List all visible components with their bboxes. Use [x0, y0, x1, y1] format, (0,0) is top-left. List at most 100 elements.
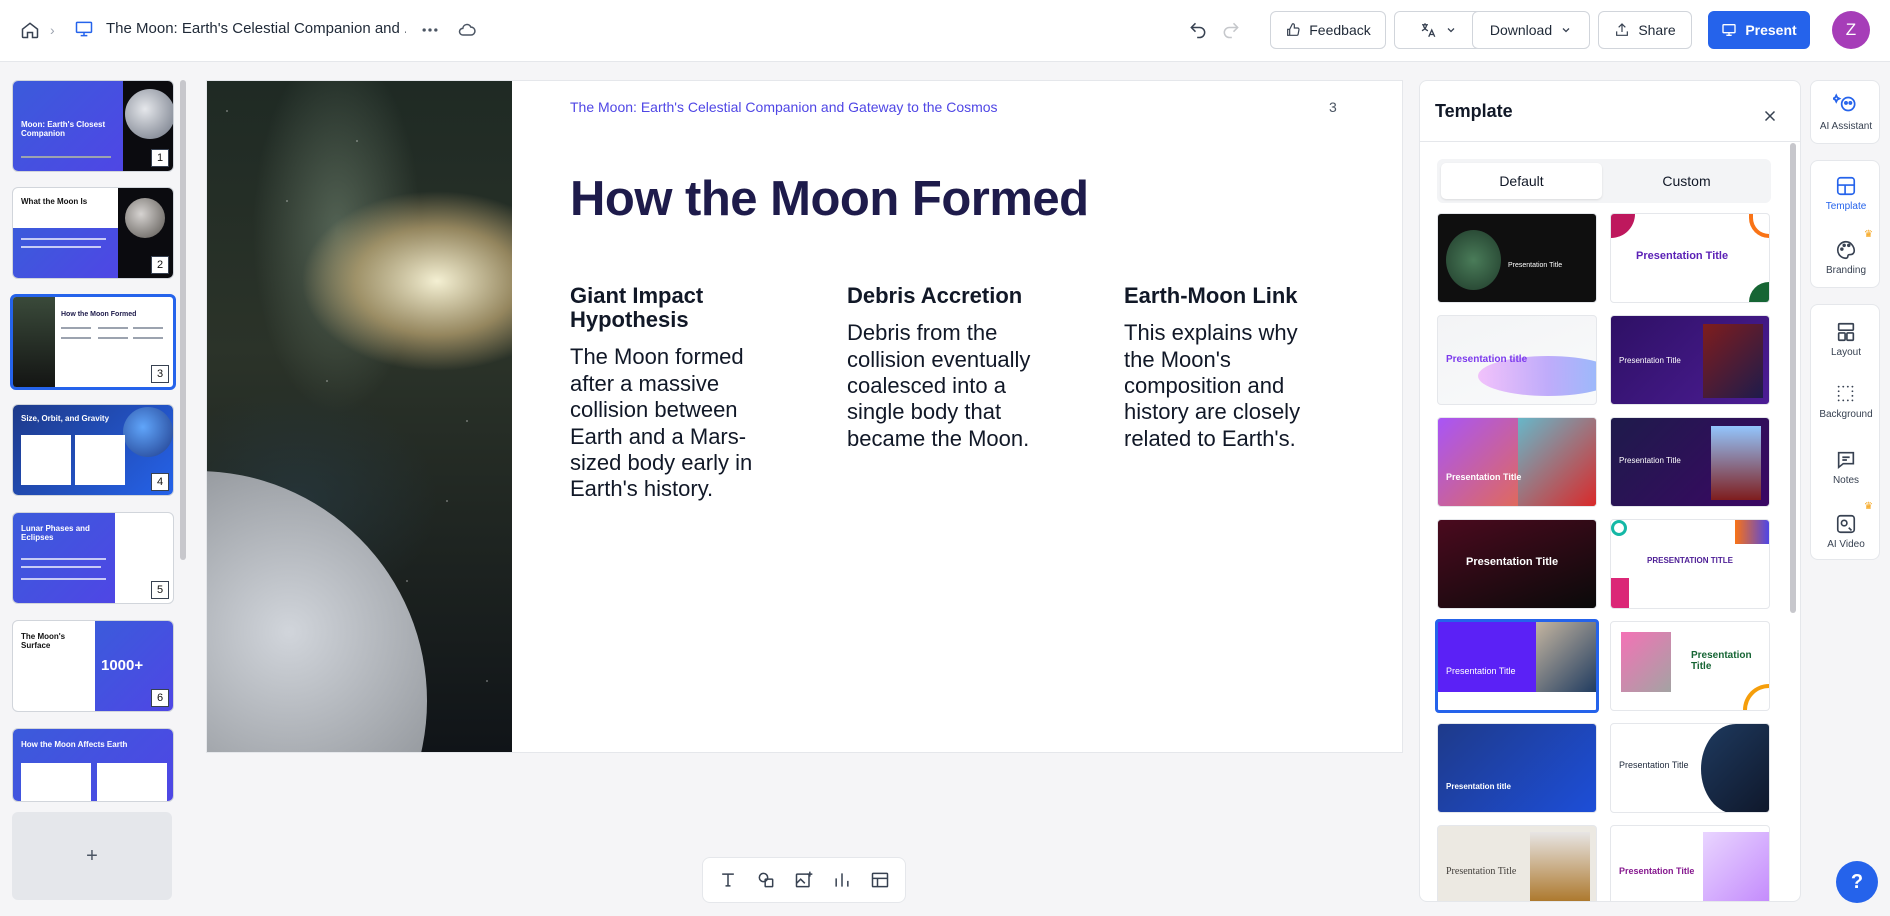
slide-thumbnail-6[interactable]: The Moon's Surface 1000+ 6	[12, 620, 174, 712]
download-label: Download	[1489, 22, 1553, 38]
layout-icon	[1837, 322, 1855, 342]
thumbnail-scrollbar[interactable]	[180, 80, 186, 560]
slide-thumbnail-4[interactable]: Size, Orbit, and Gravity 4	[12, 404, 174, 496]
slide-thumbnail-5[interactable]: Lunar Phases and Eclipses 5	[12, 512, 174, 604]
slide-title[interactable]: How the Moon Formed	[570, 171, 1089, 227]
slide-canvas[interactable]: The Moon: Earth's Celestial Companion an…	[206, 80, 1403, 753]
feedback-button[interactable]: Feedback	[1270, 11, 1386, 49]
slide-thumbnail-3[interactable]: How the Moon Formed 3	[10, 294, 176, 390]
layout-rail-button[interactable]: Layout	[1811, 321, 1881, 358]
branding-rail-button[interactable]: Branding	[1811, 239, 1881, 276]
slide-thumbnail-1[interactable]: Moon: Earth's Closest Companion 1	[12, 80, 174, 172]
premium-crown-icon: ♛	[1864, 229, 1873, 240]
thumbnail-title: What the Moon Is	[21, 197, 88, 206]
content-column-3[interactable]: Earth-Moon Link This explains why the Mo…	[1124, 283, 1334, 452]
content-column-2[interactable]: Debris Accretion Debris from the collisi…	[847, 283, 1057, 452]
template-card-10[interactable]: Presentation Title	[1610, 621, 1770, 711]
template-card-2[interactable]: Presentation Title	[1610, 213, 1770, 303]
close-icon[interactable]	[1755, 101, 1785, 131]
template-tab-group: Default Custom	[1437, 159, 1771, 203]
template-card-8[interactable]: PRESENTATION TITLE	[1610, 519, 1770, 609]
notes-rail-button[interactable]: Notes	[1811, 449, 1881, 486]
background-rail-button[interactable]: Background	[1811, 383, 1881, 420]
thumbs-up-icon	[1287, 23, 1300, 36]
template-card-13[interactable]: Presentation Title	[1437, 825, 1597, 901]
thumbnail-stat: 1000+	[101, 657, 144, 674]
column-body: Debris from the collision eventually coa…	[847, 320, 1031, 451]
slide-thumbnail-2[interactable]: What the Moon Is 2	[12, 187, 174, 279]
column-body: The Moon formed after a massive collisio…	[570, 344, 753, 502]
panel-title: Template	[1435, 101, 1513, 121]
redo-icon[interactable]	[1216, 15, 1246, 45]
translate-button[interactable]	[1394, 11, 1482, 49]
slide-header-text[interactable]: The Moon: Earth's Celestial Companion an…	[570, 99, 998, 115]
tab-custom[interactable]: Custom	[1606, 163, 1767, 199]
download-button[interactable]: Download	[1472, 11, 1590, 49]
thumbnail-title: How the Moon Affects Earth	[21, 740, 128, 749]
ai-video-icon	[1836, 514, 1856, 534]
branding-label: Branding	[1825, 265, 1867, 276]
template-rail-button[interactable]: Template	[1811, 175, 1881, 212]
thumbnail-number: 4	[151, 473, 169, 491]
template-card-12[interactable]: Presentation Title	[1610, 723, 1770, 813]
premium-crown-icon: ♛	[1864, 501, 1873, 512]
home-icon[interactable]	[15, 15, 45, 45]
space-galaxy-image[interactable]	[207, 81, 512, 752]
ai-assistant-button[interactable]: AI Assistant	[1811, 91, 1881, 132]
undo-icon[interactable]	[1183, 15, 1213, 45]
share-icon	[1616, 23, 1629, 36]
template-scrollbar[interactable]	[1790, 143, 1796, 613]
image-add-icon[interactable]	[789, 865, 819, 895]
notes-label: Notes	[1832, 475, 1860, 486]
slide-thumbnail-list: Moon: Earth's Closest Companion 1 What t…	[0, 62, 196, 916]
template-card-5[interactable]: Presentation Title	[1437, 417, 1597, 507]
template-card-6[interactable]: Presentation Title	[1610, 417, 1770, 507]
text-icon[interactable]	[713, 865, 743, 895]
thumbnail-number: 1	[151, 149, 169, 167]
ai-assistant-label: AI Assistant	[1819, 121, 1873, 132]
template-card-1[interactable]: Presentation Title	[1437, 213, 1597, 303]
document-title[interactable]: The Moon: Earth's Celestial Companion an…	[106, 20, 406, 37]
template-card-11[interactable]: Presentation title	[1437, 723, 1597, 813]
user-avatar[interactable]: Z	[1832, 11, 1870, 49]
tab-default[interactable]: Default	[1441, 163, 1602, 199]
thumbnail-title: How the Moon Formed	[61, 311, 137, 318]
ai-video-rail-button[interactable]: AI Video	[1811, 513, 1881, 550]
template-card-4[interactable]: Presentation Title	[1610, 315, 1770, 405]
slide-tools-rail: Layout Background Notes AI Video ♛	[1810, 304, 1880, 560]
present-button[interactable]: Present	[1708, 11, 1810, 49]
template-card-3[interactable]: Presentation title	[1437, 315, 1597, 405]
template-card-7[interactable]: Presentation Title	[1437, 519, 1597, 609]
more-options-icon[interactable]	[415, 15, 445, 45]
column-body: This explains why the Moon's composition…	[1124, 320, 1301, 451]
slide-thumbnail-7[interactable]: How the Moon Affects Earth	[12, 728, 174, 802]
layout-label: Layout	[1830, 347, 1862, 358]
table-icon[interactable]	[865, 865, 895, 895]
template-card-14[interactable]: Presentation Title	[1610, 825, 1770, 901]
thumbnail-number: 3	[151, 365, 169, 383]
share-button[interactable]: Share	[1598, 11, 1692, 49]
chart-icon[interactable]	[827, 865, 857, 895]
background-label: Background	[1819, 409, 1873, 420]
content-column-1[interactable]: Giant Impact Hypothesis The Moon formed …	[570, 283, 780, 503]
share-label: Share	[1638, 22, 1676, 38]
thumbnail-title: Size, Orbit, and Gravity	[21, 414, 110, 423]
column-heading: Giant Impact Hypothesis	[570, 283, 704, 333]
thumbnail-number: 5	[151, 581, 169, 599]
shapes-icon[interactable]	[751, 865, 781, 895]
slide-page-number: 3	[1329, 99, 1337, 115]
help-button[interactable]: ?	[1836, 861, 1878, 903]
design-rail: Template Branding ♛	[1810, 160, 1880, 288]
add-slide-button[interactable]: +	[12, 812, 172, 900]
chevron-down-icon	[1562, 28, 1570, 33]
palette-icon	[1837, 240, 1856, 260]
column-heading: Debris Accretion	[847, 283, 1023, 308]
notes-icon	[1837, 451, 1855, 470]
cloud-sync-icon[interactable]	[452, 15, 482, 45]
template-label: Template	[1825, 201, 1867, 212]
template-icon	[1836, 176, 1856, 196]
template-card-9[interactable]: Presentation Title	[1435, 619, 1599, 713]
thumbnail-number: 2	[151, 256, 169, 274]
breadcrumb-chevron-icon: ›	[50, 22, 55, 38]
present-label: Present	[1745, 22, 1797, 38]
